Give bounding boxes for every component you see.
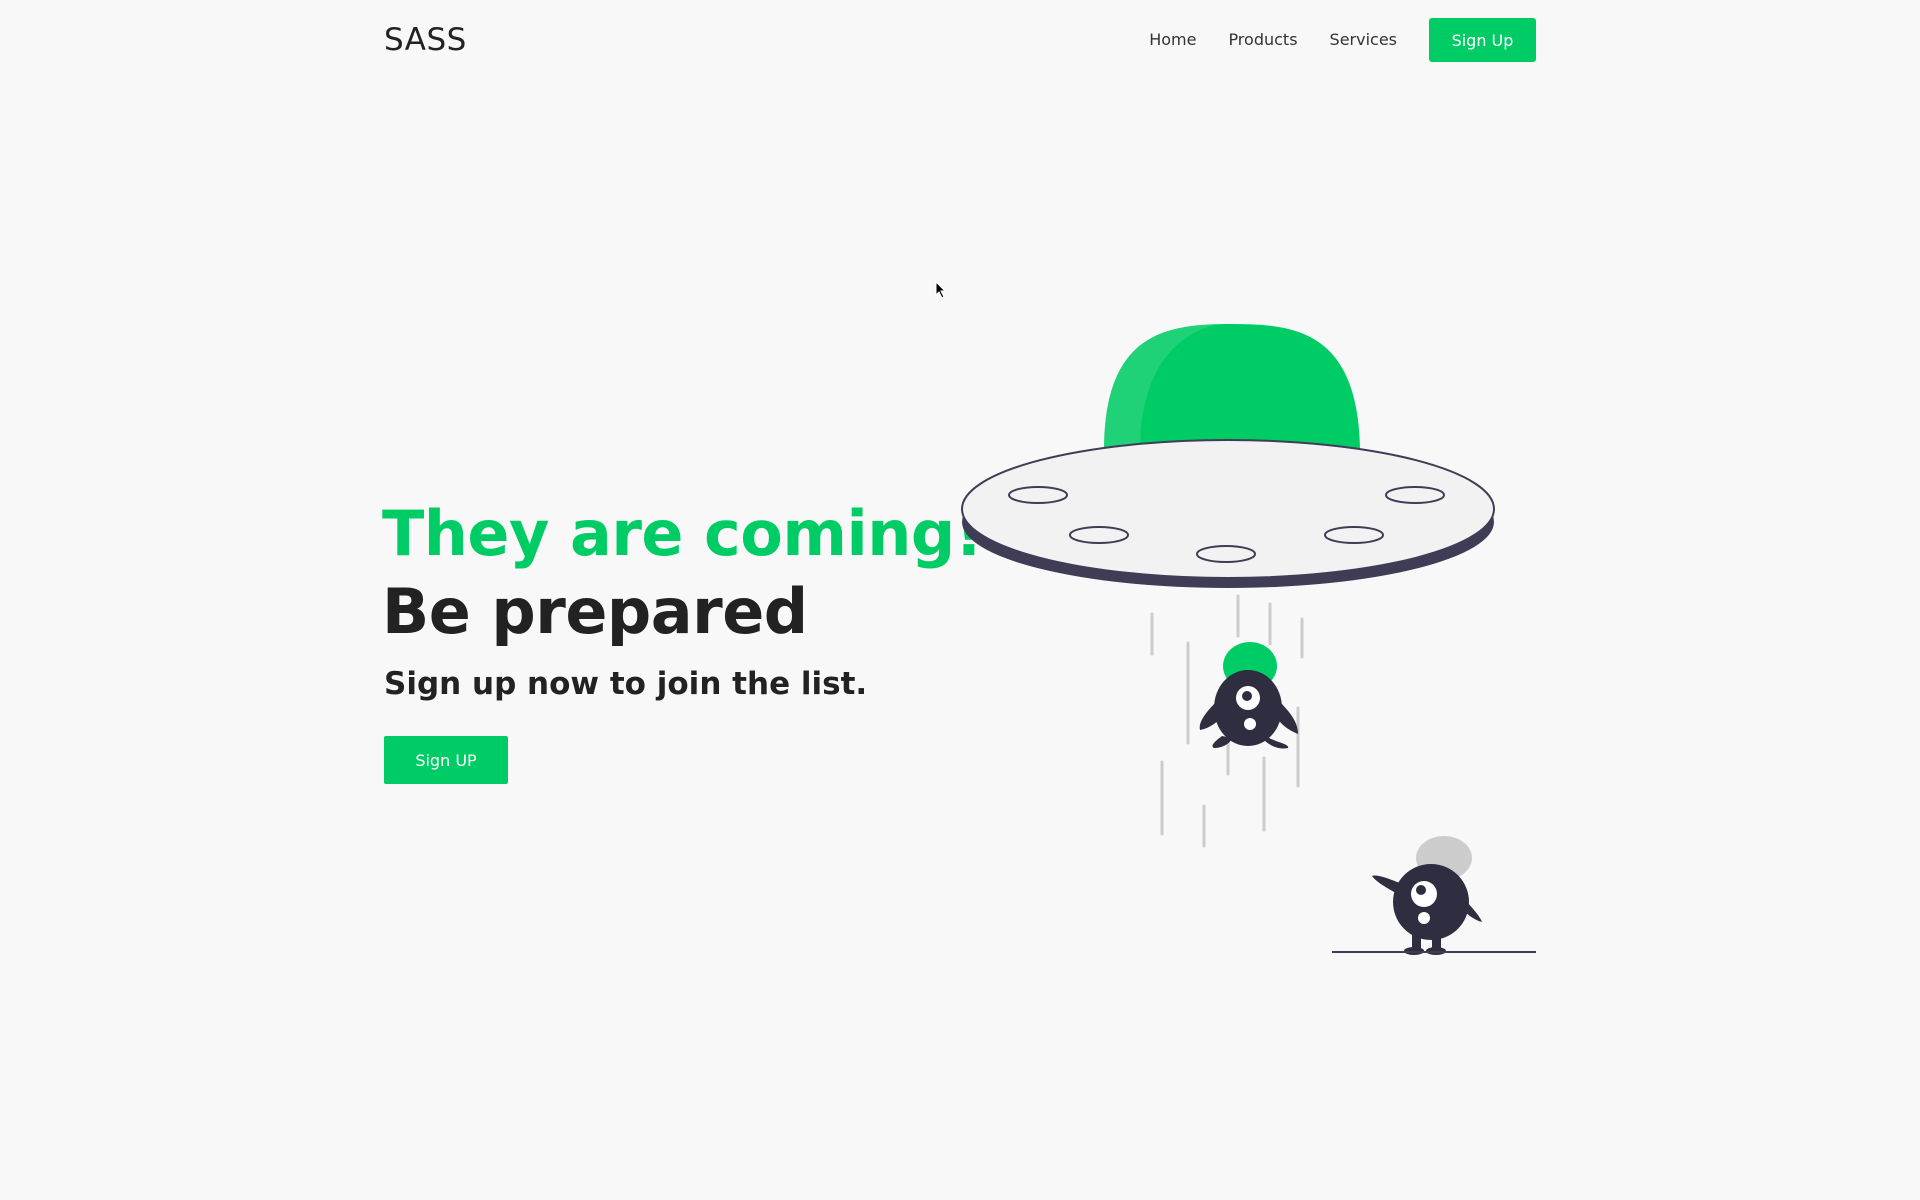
hero-subtitle: Sign up now to join the list. <box>384 666 868 702</box>
nav-item-home[interactable]: Home <box>1149 18 1196 62</box>
hero-sign-up-button[interactable]: Sign UP <box>384 736 508 784</box>
ufo-abduction-illustration <box>961 323 1536 955</box>
hero-title: Be prepared <box>382 575 808 648</box>
mouse-cursor-icon <box>935 281 947 299</box>
standing-alien-icon <box>1332 836 1536 955</box>
nav-item-services[interactable]: Services <box>1330 18 1397 62</box>
nav-item-products[interactable]: Products <box>1228 18 1297 62</box>
brand-logo[interactable]: SASS <box>384 20 467 60</box>
falling-alien-icon <box>1199 642 1298 749</box>
nav-sign-up-button[interactable]: Sign Up <box>1429 18 1536 62</box>
ufo-icon <box>961 323 1495 588</box>
landing-page: SASS Home Products Services Sign Up They… <box>0 0 1920 1200</box>
hero-title-highlight: They are coming! <box>382 497 983 570</box>
main-nav: Home Products Services Sign Up <box>1149 18 1536 62</box>
